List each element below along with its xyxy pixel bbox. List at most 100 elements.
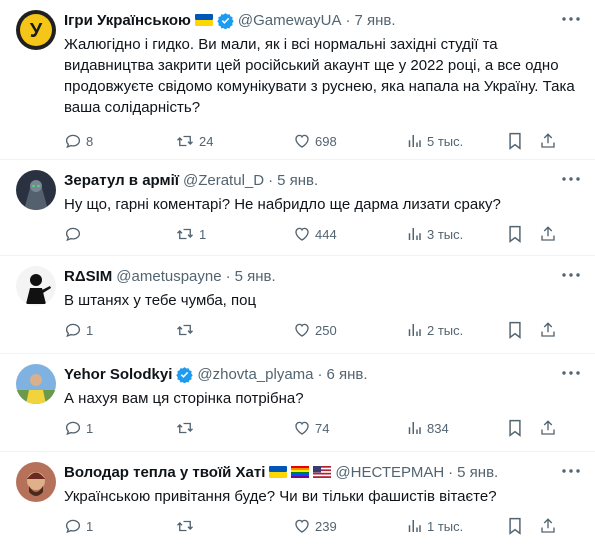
tweet-text: Українською привітання буде? Чи ви тільк… <box>64 488 497 505</box>
share-icon <box>541 226 555 241</box>
bookmark-icon <box>509 419 521 437</box>
reply-button[interactable]: 1 <box>64 517 175 535</box>
retweet-button[interactable]: 24 <box>175 132 293 150</box>
verified-badge-icon[interactable] <box>176 366 194 383</box>
tweet-text: Ну що, гарні коментарі? Не набридло ще д… <box>64 196 501 213</box>
views-chart-icon <box>408 228 421 240</box>
timestamp[interactable]: 5 янв. <box>235 268 276 285</box>
heart-icon <box>295 134 309 148</box>
bookmark-icon <box>509 225 521 243</box>
more-options-icon[interactable] <box>561 265 581 285</box>
ukraine-flag-icon <box>269 466 288 478</box>
us-flag-icon <box>313 466 332 478</box>
reply-button[interactable] <box>64 225 175 243</box>
views-button[interactable]: 834 <box>405 419 507 437</box>
views-count: 834 <box>427 420 449 436</box>
retweet-count: 1 <box>199 226 207 242</box>
author-name[interactable]: RΔSIM <box>64 268 112 285</box>
share-button[interactable] <box>539 419 559 437</box>
author-name[interactable]: Yehor Solodkyi <box>64 366 172 383</box>
action-bar: 1 444 3 тыс. <box>64 215 581 253</box>
heart-icon <box>295 421 309 435</box>
retweet-icon <box>177 520 193 532</box>
views-chart-icon <box>408 324 421 336</box>
reply-button[interactable]: 1 <box>64 321 175 339</box>
author-handle[interactable]: @GamewayUA <box>238 12 342 29</box>
author-handle[interactable]: @НЕСТЕРМАН <box>335 464 444 481</box>
bookmark-button[interactable] <box>507 321 539 339</box>
views-count: 1 тыс. <box>427 518 464 534</box>
reply-button[interactable]: 8 <box>64 132 175 150</box>
like-button[interactable]: 74 <box>293 419 405 437</box>
verified-badge-icon[interactable] <box>217 12 234 29</box>
tweet[interactable]: Yehor Solodkyi @zhovta_plyama · 6 янв. А… <box>0 354 595 452</box>
views-button[interactable]: 5 тыс. <box>405 132 507 150</box>
ukraine-flag-icon <box>194 14 213 26</box>
tweet-header: Зератул в армії @Zeratul_D · 5 янв. <box>64 170 581 190</box>
tweet[interactable]: У Ігри Українською @GamewayUA · 7 янв. Ж… <box>0 0 595 160</box>
retweet-button[interactable] <box>175 419 293 437</box>
heart-icon <box>295 323 309 337</box>
avatar[interactable] <box>16 462 56 502</box>
author-handle[interactable]: @ametuspayne <box>116 268 221 285</box>
share-icon <box>541 322 555 337</box>
more-options-icon[interactable] <box>561 169 581 189</box>
views-button[interactable]: 1 тыс. <box>405 517 507 535</box>
views-button[interactable]: 3 тыс. <box>405 225 507 243</box>
heart-icon <box>295 519 309 533</box>
avatar[interactable] <box>16 364 56 404</box>
timestamp[interactable]: 7 янв. <box>354 12 395 29</box>
share-icon <box>541 420 555 435</box>
retweet-button[interactable]: 1 <box>175 225 293 243</box>
author-name[interactable]: Володар тепла у твоїй Хаті <box>64 464 265 481</box>
share-icon <box>541 133 555 148</box>
tweet[interactable]: RΔSIM @ametuspayne · 5 янв. В штанях у т… <box>0 256 595 354</box>
views-count: 3 тыс. <box>427 226 464 242</box>
share-button[interactable] <box>539 517 559 535</box>
tweet-text: В штанях у тебе чумба, поц <box>64 292 257 309</box>
avatar[interactable] <box>16 170 56 210</box>
share-button[interactable] <box>539 321 559 339</box>
reply-count: 1 <box>86 322 94 338</box>
more-options-icon[interactable] <box>561 461 581 481</box>
views-chart-icon <box>408 422 421 434</box>
more-options-icon[interactable] <box>561 9 581 29</box>
views-button[interactable]: 2 тыс. <box>405 321 507 339</box>
author-handle[interactable]: @Zeratul_D <box>183 172 264 189</box>
more-options-icon[interactable] <box>561 363 581 383</box>
retweet-icon <box>177 228 193 240</box>
retweet-button[interactable] <box>175 517 293 535</box>
tweet[interactable]: Володар тепла у твоїй Хаті @НЕСТЕРМАН · … <box>0 452 595 550</box>
bookmark-button[interactable] <box>507 132 539 150</box>
action-bar: 1 74 834 <box>64 409 581 447</box>
reply-button[interactable]: 1 <box>64 419 175 437</box>
like-count: 250 <box>315 322 337 338</box>
views-chart-icon <box>408 520 421 532</box>
avatar[interactable]: У <box>16 10 56 50</box>
like-button[interactable]: 239 <box>293 517 405 535</box>
share-button[interactable] <box>539 132 559 150</box>
like-button[interactable]: 444 <box>293 225 405 243</box>
author-name[interactable]: Зератул в армії <box>64 172 179 189</box>
bookmark-button[interactable] <box>507 225 539 243</box>
tweet[interactable]: Зератул в армії @Zeratul_D · 5 янв. Ну щ… <box>0 160 595 256</box>
bookmark-button[interactable] <box>507 517 539 535</box>
tweet-header: RΔSIM @ametuspayne · 5 янв. <box>64 266 581 286</box>
timestamp[interactable]: 5 янв. <box>277 172 318 189</box>
separator-dot: · <box>317 365 323 383</box>
reply-feed: У Ігри Українською @GamewayUA · 7 янв. Ж… <box>0 0 595 550</box>
retweet-button[interactable] <box>175 321 293 339</box>
timestamp[interactable]: 5 янв. <box>457 464 498 481</box>
separator-dot: · <box>268 171 274 189</box>
like-button[interactable]: 250 <box>293 321 405 339</box>
author-handle[interactable]: @zhovta_plyama <box>197 366 313 383</box>
reply-count: 8 <box>86 133 94 149</box>
separator-dot: · <box>225 267 231 285</box>
author-name[interactable]: Ігри Українською <box>64 12 191 29</box>
avatar[interactable] <box>16 266 56 306</box>
like-button[interactable]: 698 <box>293 132 405 150</box>
share-button[interactable] <box>539 225 559 243</box>
timestamp[interactable]: 6 янв. <box>327 366 368 383</box>
bookmark-button[interactable] <box>507 419 539 437</box>
rainbow-flag-icon <box>291 466 310 478</box>
